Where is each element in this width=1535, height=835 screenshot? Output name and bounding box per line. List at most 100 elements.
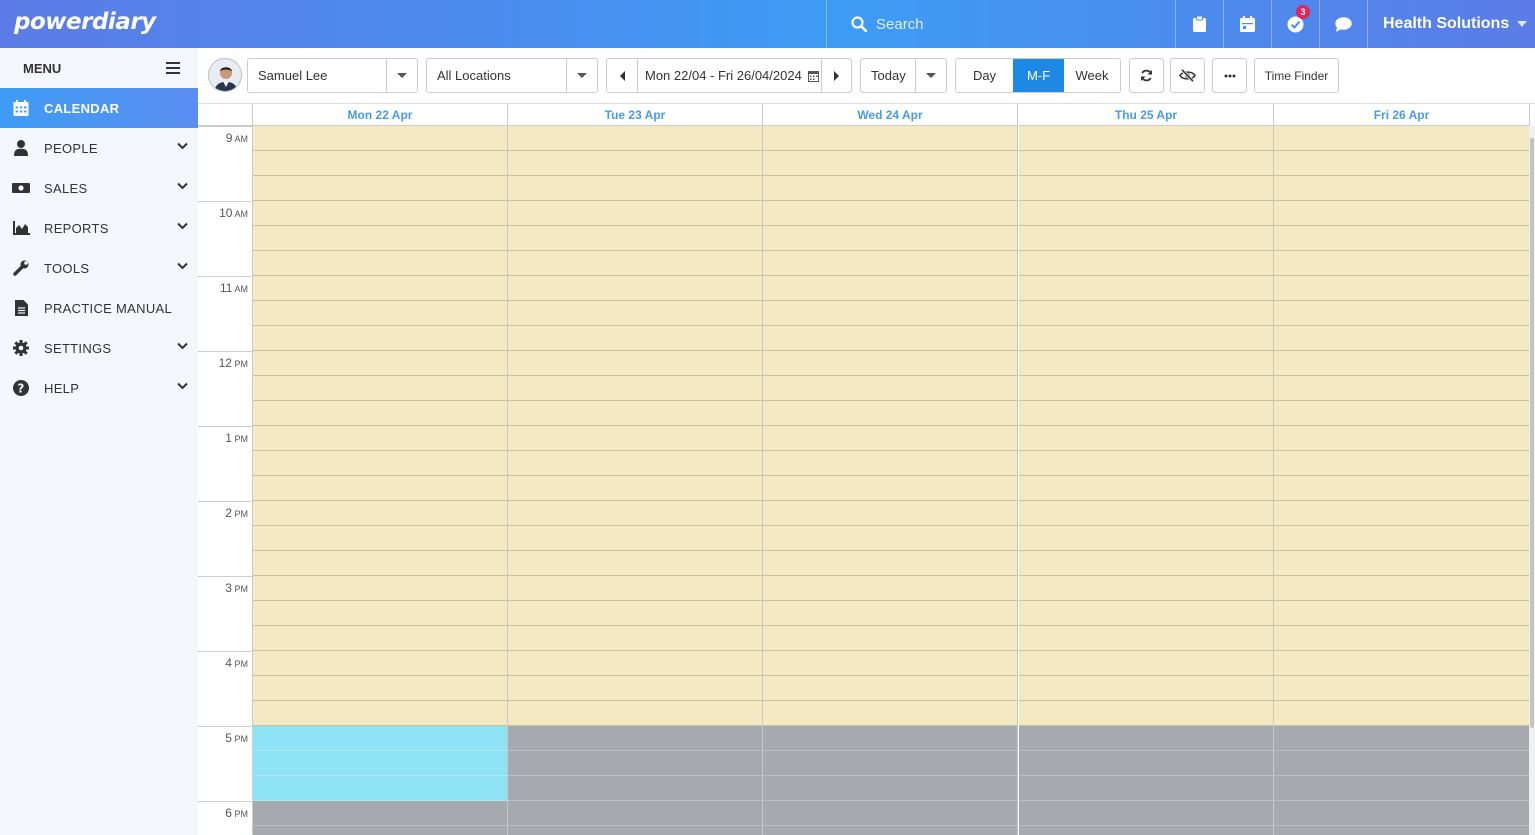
available-time-slot[interactable] [763, 126, 1018, 151]
available-time-slot[interactable] [1019, 376, 1274, 401]
available-time-slot[interactable] [1274, 126, 1530, 151]
sidebar-item-settings[interactable]: SETTINGS [0, 328, 198, 368]
available-time-slot[interactable] [508, 476, 763, 501]
available-time-slot[interactable] [1274, 676, 1530, 701]
available-time-slot[interactable] [508, 301, 763, 326]
location-select[interactable]: All Locations [426, 58, 598, 93]
search-box[interactable]: Search [826, 0, 1176, 48]
available-time-slot[interactable] [1274, 551, 1530, 576]
unavailable-time-slot[interactable] [1274, 776, 1530, 801]
available-time-slot[interactable] [1019, 326, 1274, 351]
day-column-header[interactable]: Thu 25 Apr [1019, 104, 1274, 126]
unavailable-time-slot[interactable] [508, 751, 763, 776]
available-time-slot[interactable] [763, 251, 1018, 276]
selected-time-slot[interactable] [253, 726, 508, 751]
available-time-slot[interactable] [253, 226, 508, 251]
available-time-slot[interactable] [253, 551, 508, 576]
tasks-button[interactable]: 3 [1272, 0, 1320, 48]
available-time-slot[interactable] [1019, 551, 1274, 576]
available-time-slot[interactable] [763, 501, 1018, 526]
available-time-slot[interactable] [253, 576, 508, 601]
available-time-slot[interactable] [1019, 251, 1274, 276]
available-time-slot[interactable] [1274, 401, 1530, 426]
available-time-slot[interactable] [1274, 451, 1530, 476]
available-time-slot[interactable] [508, 151, 763, 176]
unavailable-time-slot[interactable] [1274, 826, 1530, 835]
available-time-slot[interactable] [1019, 601, 1274, 626]
available-time-slot[interactable] [1274, 326, 1530, 351]
available-time-slot[interactable] [763, 201, 1018, 226]
available-time-slot[interactable] [763, 151, 1018, 176]
organization-menu[interactable]: Health Solutions [1368, 0, 1535, 48]
available-time-slot[interactable] [763, 476, 1018, 501]
vertical-scrollbar[interactable] [1529, 126, 1535, 835]
available-time-slot[interactable] [763, 351, 1018, 376]
sidebar-item-sales[interactable]: SALES [0, 168, 198, 208]
available-time-slot[interactable] [253, 351, 508, 376]
unavailable-time-slot[interactable] [508, 801, 763, 826]
unavailable-time-slot[interactable] [1019, 826, 1274, 835]
calendar-shortcut-button[interactable] [1224, 0, 1272, 48]
available-time-slot[interactable] [1274, 501, 1530, 526]
available-time-slot[interactable] [1019, 276, 1274, 301]
available-time-slot[interactable] [253, 201, 508, 226]
available-time-slot[interactable] [508, 501, 763, 526]
available-time-slot[interactable] [1019, 426, 1274, 451]
available-time-slot[interactable] [508, 601, 763, 626]
previous-button[interactable] [607, 59, 638, 92]
available-time-slot[interactable] [253, 626, 508, 651]
available-time-slot[interactable] [763, 551, 1018, 576]
available-time-slot[interactable] [1019, 176, 1274, 201]
unavailable-time-slot[interactable] [1019, 776, 1274, 801]
today-button[interactable]: Today [861, 68, 906, 83]
available-time-slot[interactable] [508, 676, 763, 701]
sidebar-item-practice-manual[interactable]: PRACTICE MANUAL [0, 288, 198, 328]
available-time-slot[interactable] [763, 301, 1018, 326]
available-time-slot[interactable] [253, 501, 508, 526]
available-time-slot[interactable] [1274, 151, 1530, 176]
available-time-slot[interactable] [253, 701, 508, 726]
available-time-slot[interactable] [253, 326, 508, 351]
available-time-slot[interactable] [1274, 351, 1530, 376]
unavailable-time-slot[interactable] [508, 826, 763, 835]
unavailable-time-slot[interactable] [763, 826, 1018, 835]
available-time-slot[interactable] [1019, 576, 1274, 601]
sidebar-item-calendar[interactable]: CALENDAR [0, 88, 198, 128]
practitioner-dropdown-button[interactable] [386, 59, 417, 92]
available-time-slot[interactable] [508, 401, 763, 426]
available-time-slot[interactable] [1019, 476, 1274, 501]
view-day-button[interactable]: Day [956, 59, 1013, 92]
available-time-slot[interactable] [1019, 126, 1274, 151]
day-column-header[interactable]: Fri 26 Apr [1274, 104, 1530, 126]
available-time-slot[interactable] [1019, 526, 1274, 551]
unavailable-time-slot[interactable] [1274, 801, 1530, 826]
available-time-slot[interactable] [1019, 151, 1274, 176]
available-time-slot[interactable] [253, 376, 508, 401]
available-time-slot[interactable] [1274, 576, 1530, 601]
available-time-slot[interactable] [1019, 626, 1274, 651]
scrollbar-thumb[interactable] [1530, 138, 1534, 728]
available-time-slot[interactable] [508, 551, 763, 576]
unavailable-time-slot[interactable] [763, 751, 1018, 776]
available-time-slot[interactable] [253, 276, 508, 301]
available-time-slot[interactable] [1019, 226, 1274, 251]
available-time-slot[interactable] [508, 251, 763, 276]
clipboard-button[interactable] [1176, 0, 1224, 48]
calendar-picker-icon[interactable] [807, 70, 819, 82]
unavailable-time-slot[interactable] [763, 801, 1018, 826]
available-time-slot[interactable] [253, 526, 508, 551]
available-time-slot[interactable] [1274, 176, 1530, 201]
unavailable-time-slot[interactable] [763, 726, 1018, 751]
unavailable-time-slot[interactable] [253, 826, 508, 835]
available-time-slot[interactable] [508, 651, 763, 676]
sidebar-item-reports[interactable]: REPORTS [0, 208, 198, 248]
available-time-slot[interactable] [1019, 701, 1274, 726]
available-time-slot[interactable] [763, 426, 1018, 451]
refresh-button[interactable] [1129, 58, 1164, 93]
unavailable-time-slot[interactable] [253, 801, 508, 826]
available-time-slot[interactable] [763, 376, 1018, 401]
available-time-slot[interactable] [1274, 626, 1530, 651]
sidebar-item-tools[interactable]: TOOLS [0, 248, 198, 288]
day-column-header[interactable]: Mon 22 Apr [253, 104, 508, 126]
available-time-slot[interactable] [763, 276, 1018, 301]
